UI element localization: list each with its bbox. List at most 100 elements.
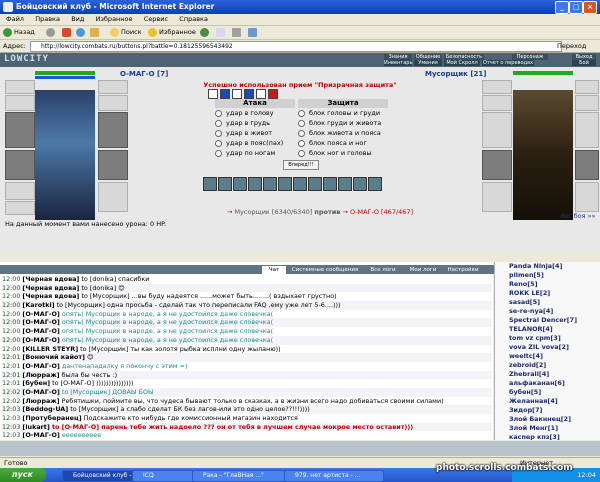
- skill-slot-1[interactable]: [203, 177, 217, 191]
- block-belly-belt-option[interactable]: блок живота и пояса: [298, 128, 388, 138]
- history-button[interactable]: [200, 26, 211, 39]
- menu-view[interactable]: Вид: [71, 15, 84, 23]
- nav-skills[interactable]: Умения: [414, 60, 442, 66]
- nav-scroll[interactable]: Мой Скролл: [444, 60, 480, 66]
- user-item[interactable]: альфаканан[6]: [495, 379, 600, 388]
- task-artist[interactable]: 979. нет артиста - ...: [284, 470, 384, 482]
- user-item[interactable]: Panda Ninja[4]: [495, 262, 600, 271]
- chat-input-bar[interactable]: [0, 441, 600, 456]
- left-slot-helmet[interactable]: [98, 80, 128, 94]
- go-button[interactable]: Переход: [557, 40, 586, 52]
- chat-sender[interactable]: [Вонючий кайот]: [22, 353, 85, 361]
- menu-edit[interactable]: Правка: [35, 15, 60, 23]
- chat-sender[interactable]: [О-МАГ-О]: [22, 431, 59, 439]
- chat-sender[interactable]: [О-МАГ-О]: [22, 327, 59, 335]
- address-input[interactable]: http://lowcity.combats.ru/buttons.pl?bat…: [30, 41, 562, 52]
- chat-sender[interactable]: [Черная вдова]: [22, 284, 79, 292]
- user-item[interactable]: ROKK LE[2]: [495, 289, 600, 298]
- user-item[interactable]: Spectral Dencer[7]: [495, 316, 600, 325]
- right-slot-bracers[interactable]: [482, 95, 512, 111]
- forward-attack-button[interactable]: Вперед!!!: [283, 160, 319, 170]
- chat-sender[interactable]: [О-МАГ-О]: [22, 318, 59, 326]
- right-slot-helmet[interactable]: [482, 80, 512, 94]
- chat-sender[interactable]: [KILLER STEYR]: [22, 345, 78, 353]
- refresh-button[interactable]: [76, 26, 87, 39]
- right-slot-armor[interactable]: [482, 150, 512, 180]
- task-combats[interactable]: Бойцовский клуб - M...: [62, 470, 140, 482]
- task-raka[interactable]: Рака - "ГлаВНая ...": [192, 470, 292, 482]
- left-slot-rings[interactable]: [5, 201, 35, 215]
- user-item[interactable]: Reno[5]: [495, 280, 600, 289]
- chat-sender[interactable]: [О-МАГ-О]: [22, 388, 59, 396]
- chat-sender[interactable]: [Протуберанец]: [22, 414, 81, 422]
- left-slot-armor[interactable]: [5, 150, 35, 180]
- tab-system[interactable]: Системные сообщения: [288, 266, 362, 274]
- skill-slot-12[interactable]: [368, 177, 382, 191]
- skill-slot-7[interactable]: [293, 177, 307, 191]
- right-slot-belt[interactable]: [482, 182, 512, 212]
- left-player-avatar[interactable]: [35, 90, 95, 220]
- skill-slot-5[interactable]: [263, 177, 277, 191]
- edit-button[interactable]: [248, 26, 259, 39]
- chat-sender[interactable]: [О-МАГ-О]: [22, 310, 59, 318]
- user-item[interactable]: Злой Менг[1]: [495, 424, 600, 433]
- block-belt-legs-option[interactable]: блок пояса и ног: [298, 138, 388, 148]
- right-slot-amulet[interactable]: [575, 95, 599, 111]
- start-button[interactable]: пуск: [0, 468, 46, 482]
- user-item[interactable]: Желанная[4]: [495, 397, 600, 406]
- user-item[interactable]: бубен[5]: [495, 388, 600, 397]
- right-slot-weapon[interactable]: [482, 112, 512, 148]
- user-item[interactable]: tom vz cpm[3]: [495, 334, 600, 343]
- hits-self[interactable]: О-МАГ-О [467/467]: [350, 208, 413, 216]
- chat-sender[interactable]: [Люрраж]: [22, 371, 59, 379]
- right-player-name[interactable]: Мусорщик [21]: [425, 70, 486, 78]
- tab-all-logs[interactable]: Все логи: [364, 266, 402, 274]
- user-item[interactable]: pilmen[5]: [495, 271, 600, 280]
- tab-chat[interactable]: Чат: [262, 266, 286, 274]
- skill-slot-11[interactable]: [353, 177, 367, 191]
- user-item[interactable]: Злой Бакннец[2]: [495, 415, 600, 424]
- hits-opponent[interactable]: Мусорщик [6340/6340]: [234, 208, 312, 216]
- left-slot-belt[interactable]: [5, 182, 35, 200]
- right-slot-boots[interactable]: [575, 182, 599, 212]
- chat-sender[interactable]: [бубен]: [22, 379, 50, 387]
- left-slot-shield[interactable]: [98, 112, 128, 148]
- block-head-chest-option[interactable]: блок головы и груди: [298, 108, 388, 118]
- favorites-button[interactable]: Избранное: [148, 26, 196, 39]
- chat-sender[interactable]: [Черная вдова]: [22, 275, 79, 283]
- right-slot-shield[interactable]: [575, 112, 599, 148]
- user-item[interactable]: Zhebrall[4]: [495, 370, 600, 379]
- chat-sender[interactable]: [Черная вдова]: [22, 292, 79, 300]
- right-slot-legs[interactable]: [575, 150, 599, 180]
- chat-sender[interactable]: [lukart]: [22, 423, 49, 431]
- attack-head-option[interactable]: удар в голову: [215, 108, 295, 118]
- right-slot-earrings[interactable]: [575, 80, 599, 94]
- left-slot-earrings[interactable]: [5, 80, 35, 94]
- user-item[interactable]: zebroid[2]: [495, 361, 600, 370]
- home-button[interactable]: [90, 26, 101, 39]
- chat-sender[interactable]: [О-МАГ-О]: [22, 336, 59, 344]
- maximize-button[interactable]: □: [569, 1, 583, 14]
- user-item[interactable]: vova ZIL vova[2]: [495, 343, 600, 352]
- left-player-name[interactable]: О-МАГ-О [7]: [120, 70, 168, 78]
- left-slot-boots[interactable]: [98, 182, 128, 212]
- tab-settings[interactable]: Настройки: [444, 266, 482, 274]
- battle-log-link[interactable]: лог боя »»: [560, 212, 596, 220]
- chat-sender[interactable]: [О-МАГ-О]: [22, 362, 59, 370]
- skill-slot-4[interactable]: [248, 177, 262, 191]
- skill-slot-10[interactable]: [338, 177, 352, 191]
- nav-inventory[interactable]: Инвентарь: [384, 60, 412, 66]
- user-item[interactable]: Зидор[7]: [495, 406, 600, 415]
- nav-transfers[interactable]: Отчет о переводах: [482, 60, 534, 66]
- forward-button[interactable]: [46, 26, 57, 39]
- skill-slot-6[interactable]: [278, 177, 292, 191]
- menu-file[interactable]: Файл: [6, 15, 24, 23]
- attack-belly-option[interactable]: удар в живот: [215, 128, 295, 138]
- attack-legs-option[interactable]: удар по ногам: [215, 148, 295, 158]
- chat-sender[interactable]: [Люрраж]: [22, 397, 59, 405]
- left-slot-amulet[interactable]: [5, 95, 35, 111]
- user-item[interactable]: se-re-nya[4]: [495, 307, 600, 316]
- online-users-list[interactable]: Panda Ninja[4] pilmen[5] Reno[5] ROKK LE[2]…: [494, 262, 600, 440]
- left-slot-bracers[interactable]: [98, 95, 128, 111]
- skill-slot-3[interactable]: [233, 177, 247, 191]
